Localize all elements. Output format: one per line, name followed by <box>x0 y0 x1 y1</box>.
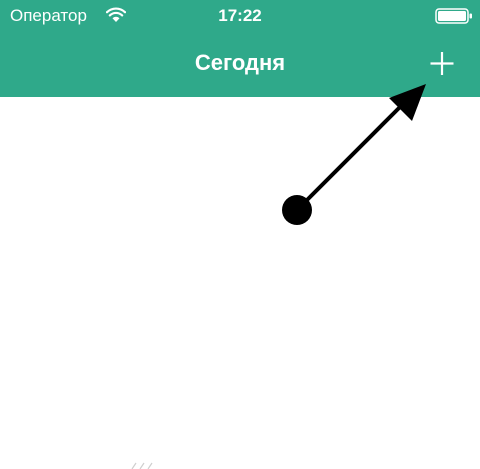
arrow-origin-dot <box>282 195 312 225</box>
app-screen: Оператор 17:22 Сегодня <box>0 0 480 469</box>
battery-icon <box>435 8 473 24</box>
status-bar: Оператор 17:22 <box>0 0 480 32</box>
plus-icon <box>430 52 454 75</box>
header-bar: Оператор 17:22 Сегодня <box>0 0 480 97</box>
arrow-shaft <box>295 105 402 212</box>
add-button[interactable] <box>422 44 462 84</box>
page-title: Сегодня <box>194 50 286 75</box>
partial-content-glyph <box>131 462 153 469</box>
status-time: 17:22 <box>218 6 262 25</box>
